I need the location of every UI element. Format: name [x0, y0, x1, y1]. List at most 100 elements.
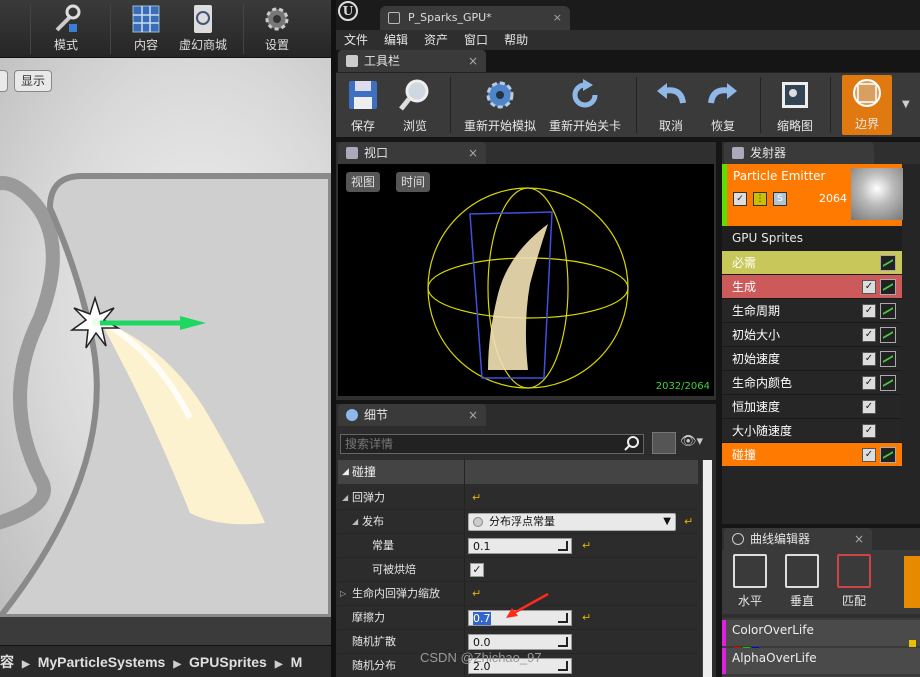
bounds-button[interactable]: 边界 [842, 75, 892, 135]
module-row[interactable]: 大小随速度 ✓ [722, 418, 902, 442]
reset-icon[interactable]: ↵ [684, 510, 693, 534]
more-tools-button[interactable] [904, 556, 920, 608]
curve-graph-icon[interactable] [880, 255, 896, 271]
level-viewport[interactable]: ​ 显示 [0, 58, 331, 617]
curve-graph-icon[interactable] [880, 327, 896, 343]
menu-edit[interactable]: 编辑 [376, 30, 416, 50]
curve-graph-icon[interactable] [880, 375, 896, 391]
reset-icon[interactable]: ↵ [472, 486, 481, 510]
expand-arrow-icon[interactable]: ▷ [340, 582, 346, 606]
details-scrollbar[interactable] [702, 460, 712, 677]
browse-label: 浏览 [402, 119, 427, 133]
solo-icon[interactable]: S [773, 192, 787, 206]
expand-corner-icon [558, 661, 568, 671]
tab-viewport[interactable]: 视口 × [338, 142, 486, 164]
module-enable-checkbox[interactable]: ✓ [862, 304, 876, 318]
menu-file[interactable]: 文件 [336, 30, 376, 50]
random-spread-field[interactable]: 0.0 [468, 634, 572, 650]
redo-button[interactable]: 恢复 [700, 77, 746, 137]
content-button[interactable]: 内容 [122, 0, 170, 58]
horizontal-label: 水平 [737, 594, 762, 608]
curve-item[interactable]: AlphaOverLife [722, 648, 920, 674]
menu-asset[interactable]: 资产 [416, 30, 456, 50]
distribution-dropdown[interactable]: 分布浮点常量 ▼ [468, 513, 676, 531]
emitter-header[interactable]: Particle Emitter ✓ ⋮ S 2064 [722, 164, 903, 226]
module-row[interactable]: 初始大小 ✓ [722, 322, 902, 346]
collapse-arrow-icon[interactable]: ◢ [342, 486, 348, 510]
tab-details[interactable]: 细节 × [338, 404, 486, 426]
breadcrumb-item[interactable]: M [291, 654, 303, 670]
fit-button[interactable]: 匹配 [832, 554, 876, 609]
module-enable-checkbox[interactable]: ✓ [862, 400, 876, 414]
mode-button[interactable]: 模式 [40, 0, 92, 58]
curve-graph-icon[interactable] [880, 351, 896, 367]
eye-visibility-icon[interactable]: 👁▾ [680, 434, 708, 452]
module-row[interactable]: 碰撞 ✓ [722, 442, 902, 466]
breadcrumb-item[interactable]: 容 [0, 654, 14, 670]
view-options-grid-icon[interactable] [652, 432, 676, 454]
marketplace-button[interactable]: 虚幻商城 [176, 0, 230, 58]
module-row[interactable]: 生命内颜色 ✓ [722, 370, 902, 394]
module-enable-checkbox[interactable]: ✓ [862, 376, 876, 390]
horizontal-arrows-icon [733, 554, 767, 588]
undo-button[interactable]: 取消 [648, 77, 694, 137]
close-icon[interactable]: × [468, 142, 478, 164]
close-icon[interactable]: × [468, 50, 478, 72]
module-enable-checkbox[interactable]: ✓ [862, 352, 876, 366]
module-enable-checkbox[interactable]: ✓ [862, 280, 876, 294]
module-row[interactable]: 生命周期 ✓ [722, 298, 902, 322]
module-row[interactable]: 生成 ✓ [722, 274, 902, 298]
reset-icon[interactable]: ↵ [472, 582, 481, 606]
emitter-thumbnail [851, 168, 903, 220]
constant-field[interactable]: 0.1 [468, 538, 572, 554]
restart-level-button[interactable]: 重新开始关卡 [546, 77, 624, 137]
curve-graph-icon[interactable] [880, 447, 896, 463]
browse-button[interactable]: 浏览 [392, 77, 438, 137]
reset-icon[interactable]: ↵ [582, 534, 591, 558]
collapse-arrow-icon[interactable]: ◢ [352, 510, 358, 534]
tab-toolbar[interactable]: 工具栏 × [338, 50, 486, 72]
horizontal-fit-button[interactable]: 水平 [728, 554, 772, 609]
module-enable-checkbox[interactable]: ✓ [862, 448, 876, 462]
menu-window[interactable]: 窗口 [456, 30, 496, 50]
module-row[interactable]: 必需 [722, 250, 902, 274]
restart-sim-button[interactable]: 重新开始模拟 [462, 77, 538, 137]
undo-arrow-icon [653, 77, 689, 113]
show-button[interactable]: 显示 [14, 70, 53, 92]
reset-icon[interactable]: ↵ [582, 606, 591, 630]
document-tab[interactable]: P_Sparks_GPU* × [380, 6, 570, 30]
search-details-input[interactable]: 搜索详情 [340, 434, 644, 454]
save-button[interactable]: 保存 [342, 77, 384, 137]
tab-emitters[interactable]: 发射器 [724, 142, 874, 164]
preview-viewport[interactable]: 视图 时间 2032/2064 [338, 164, 714, 396]
curve-graph-icon[interactable] [880, 279, 896, 295]
curve-graph-icon[interactable] [880, 303, 896, 319]
module-row[interactable]: 初始速度 ✓ [722, 346, 902, 370]
curve-item[interactable]: ColorOverLife [722, 620, 920, 654]
close-icon[interactable]: × [553, 6, 562, 30]
module-row[interactable]: 恒加速度 ✓ [722, 394, 902, 418]
view-options-chip[interactable]: ​ [0, 70, 8, 92]
chevron-down-icon[interactable]: ▼ [902, 99, 910, 110]
breadcrumb-item[interactable]: GPUSprites [189, 654, 267, 670]
module-enable-checkbox[interactable]: ✓ [862, 424, 876, 438]
category-collision[interactable]: ◢ 碰撞 [338, 460, 698, 484]
can-bake-checkbox[interactable]: ✓ [470, 563, 484, 577]
emitter-mode-icon[interactable]: ⋮ [753, 192, 767, 206]
toolbar-separator [30, 4, 31, 54]
close-icon[interactable]: × [854, 528, 864, 550]
tab-curve-editor[interactable]: 曲线编辑器 × [724, 528, 872, 550]
close-icon[interactable]: × [468, 404, 478, 426]
breadcrumb-item[interactable]: MyParticleSystems [38, 654, 166, 670]
settings-button[interactable]: 设置 [254, 0, 300, 58]
dropdown-value: 分布浮点常量 [489, 515, 555, 528]
menu-help[interactable]: 帮助 [496, 30, 536, 50]
mode-label: 模式 [53, 38, 78, 52]
module-enable-checkbox[interactable]: ✓ [862, 328, 876, 342]
toolbar-separator [243, 4, 244, 54]
alpha-channel-toggle[interactable] [909, 640, 916, 647]
vertical-fit-button[interactable]: 垂直 [780, 554, 824, 609]
thumbnail-button[interactable]: 缩略图 [770, 77, 820, 137]
enable-checkbox[interactable]: ✓ [733, 192, 747, 206]
curve-name: AlphaOverLife [732, 651, 817, 665]
